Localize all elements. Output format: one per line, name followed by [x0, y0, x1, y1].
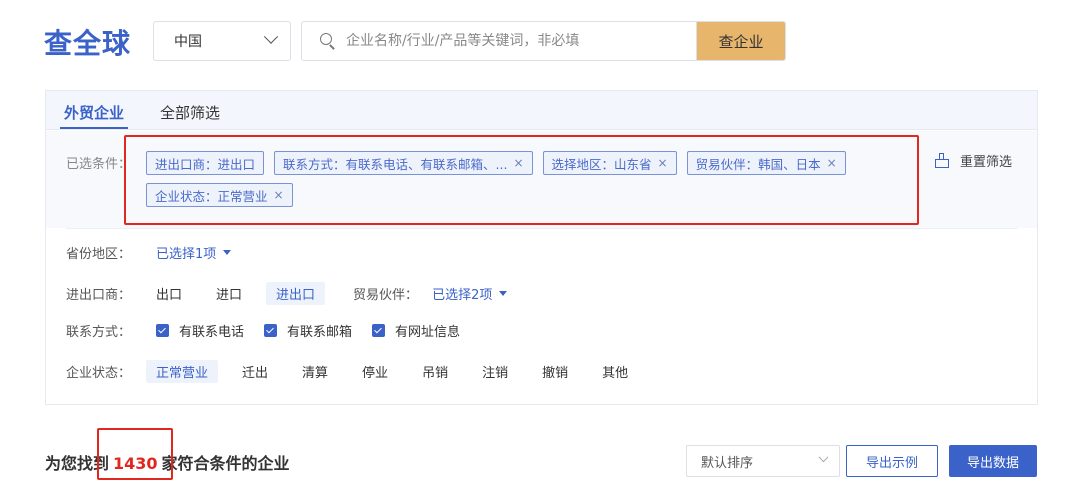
checkbox-checked-icon[interactable]	[264, 324, 278, 337]
checkbox-checked-icon[interactable]	[372, 324, 386, 337]
filter-row-status: 企业状态： 正常营业 迁出 清算 停业 吊销 注销 撤销 其他	[66, 360, 652, 383]
status-normal[interactable]: 正常营业	[146, 360, 219, 383]
country-select-value: 中国	[174, 34, 202, 50]
option-import[interactable]: 进口	[206, 282, 252, 305]
filter-row-province: 省份地区： 已选择1项	[66, 243, 232, 262]
export-example-button[interactable]: 导出示例	[846, 445, 938, 477]
country-select[interactable]: 中国	[153, 21, 291, 61]
filter-label: 进出口商：	[66, 288, 132, 303]
reset-filters-button[interactable]: 重置筛选	[934, 151, 1012, 170]
status-moved-out[interactable]: 迁出	[232, 360, 278, 383]
chevron-down-icon	[818, 451, 829, 462]
sort-value: 默认排序	[701, 455, 754, 471]
active-tab-indicator	[60, 127, 128, 129]
divider	[66, 228, 1017, 229]
status-other[interactable]: 其他	[592, 360, 638, 383]
selected-label: 已选条件：	[66, 157, 132, 172]
search-box: 查企业	[301, 21, 786, 61]
status-liquidation[interactable]: 清算	[292, 360, 338, 383]
highlight-box-conditions	[124, 135, 919, 225]
check-email[interactable]: 有联系邮箱	[264, 321, 352, 340]
check-website[interactable]: 有网址信息	[372, 321, 460, 340]
option-export[interactable]: 出口	[146, 282, 192, 305]
filter-label: 联系方式：	[66, 325, 132, 340]
tabs-bar: 外贸企业 全部筛选	[46, 91, 1037, 130]
partner-label: 贸易伙伴：	[353, 288, 419, 303]
filter-label: 企业状态：	[66, 366, 132, 381]
search-button[interactable]: 查企业	[696, 22, 785, 60]
status-withdrawn[interactable]: 撤销	[532, 360, 578, 383]
reset-label: 重置筛选	[960, 155, 1013, 170]
partner-dropdown[interactable]: 已选择2项	[432, 284, 508, 303]
search-input[interactable]	[346, 33, 696, 49]
export-data-button[interactable]: 导出数据	[949, 445, 1037, 477]
sort-select[interactable]: 默认排序	[686, 445, 840, 477]
tab-foreign-trade[interactable]: 外贸企业	[64, 102, 124, 123]
search-icon	[320, 33, 336, 50]
status-revoked[interactable]: 吊销	[412, 360, 458, 383]
filter-row-contact: 联系方式： 有联系电话 有联系邮箱 有网址信息	[66, 321, 480, 340]
caret-down-icon	[499, 291, 508, 296]
province-dropdown[interactable]: 已选择1项	[156, 243, 232, 262]
filter-row-trader: 进出口商： 出口 进口 进出口 贸易伙伴： 已选择2项	[66, 282, 508, 305]
status-suspended[interactable]: 停业	[352, 360, 398, 383]
highlight-box-count	[97, 428, 173, 480]
check-phone[interactable]: 有联系电话	[156, 321, 244, 340]
broom-icon	[934, 152, 950, 169]
logo[interactable]: 查全球	[44, 22, 131, 62]
option-import-export[interactable]: 进出口	[266, 282, 326, 305]
checkbox-checked-icon[interactable]	[156, 324, 169, 337]
status-cancelled[interactable]: 注销	[472, 360, 518, 383]
chevron-down-icon	[263, 29, 279, 44]
filter-label: 省份地区：	[66, 247, 132, 262]
caret-down-icon	[223, 250, 232, 255]
tab-all-filters[interactable]: 全部筛选	[160, 102, 220, 123]
